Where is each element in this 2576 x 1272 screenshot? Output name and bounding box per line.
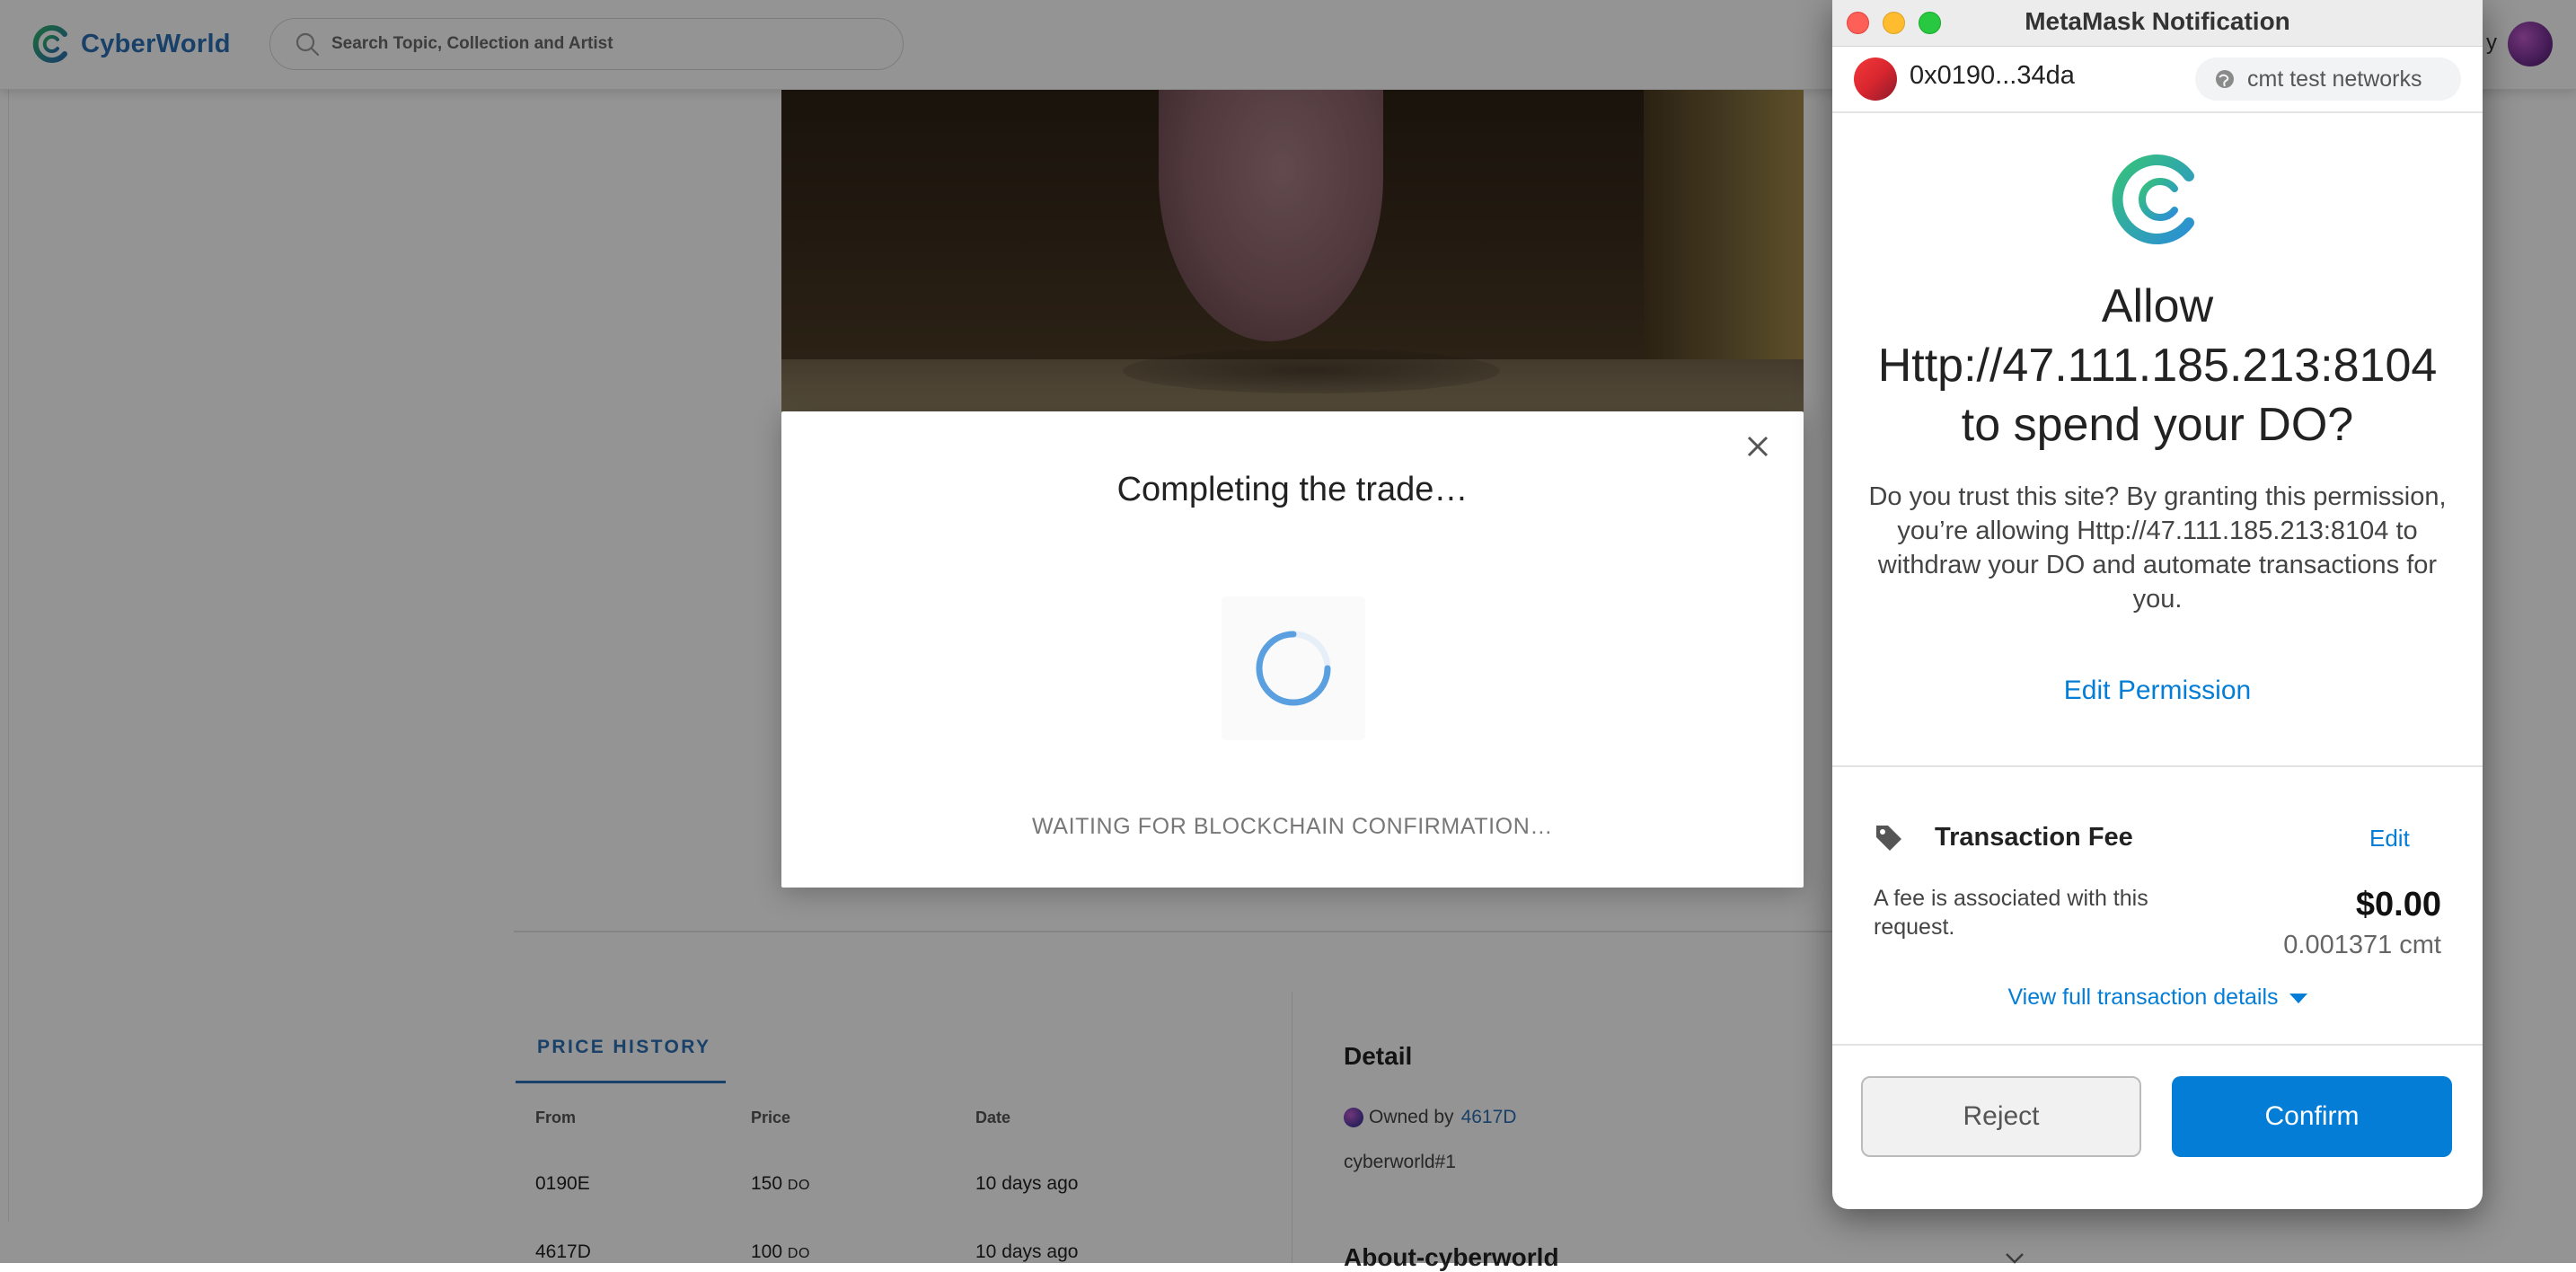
view-details-label: View full transaction details: [2007, 985, 2279, 1010]
window-title: MetaMask Notification: [2025, 7, 2290, 35]
loading-spinner-icon: [1256, 631, 1331, 706]
caret-down-icon: [2289, 993, 2307, 1003]
close-icon[interactable]: [1739, 428, 1777, 465]
trade-status-text: WAITING FOR BLOCKCHAIN CONFIRMATION…: [1032, 814, 1553, 839]
site-favicon-icon: [2112, 155, 2194, 244]
confirm-button[interactable]: Confirm: [2172, 1076, 2452, 1157]
account-address[interactable]: 0x0190...34da: [1910, 61, 2075, 91]
transaction-fee-title: Transaction Fee: [1935, 823, 2133, 852]
fee-amount-usd: $0.00: [2355, 886, 2441, 923]
fee-amount-token: 0.001371 cmt: [2283, 931, 2441, 959]
fee-note: A fee is associated with this request.: [1874, 886, 2148, 940]
edit-fee-link[interactable]: Edit: [2369, 825, 2410, 852]
network-label: cmt test networks: [2247, 66, 2422, 92]
section-divider: [1832, 1044, 2483, 1046]
permission-heading: Allow Http://47.111.185.213:8104 to spen…: [1877, 280, 2438, 451]
network-selector[interactable]: cmt test networks: [2195, 57, 2461, 101]
tag-icon: [1876, 826, 1901, 851]
trade-modal-title: Completing the trade…: [1116, 471, 1469, 508]
permission-description: Do you trust this site? By granting this…: [1868, 482, 2447, 614]
trade-progress-modal: Completing the trade… WAITING FOR BLOCKC…: [781, 411, 1804, 888]
edit-permission-link[interactable]: Edit Permission: [1832, 676, 2483, 706]
account-avatar: [1854, 57, 1897, 101]
network-icon: [2216, 70, 2234, 88]
reject-button[interactable]: Reject: [1861, 1076, 2141, 1157]
metamask-notification-window: MetaMask Notification 0x0190...34da cmt …: [1832, 0, 2483, 1209]
loading-spinner: [1222, 596, 1365, 740]
metamask-account-header: 0x0190...34da cmt test networks: [1832, 47, 2483, 113]
window-titlebar[interactable]: MetaMask Notification: [1832, 0, 2483, 47]
view-transaction-details-link[interactable]: View full transaction details: [1832, 985, 2483, 1011]
section-divider: [1832, 765, 2483, 767]
